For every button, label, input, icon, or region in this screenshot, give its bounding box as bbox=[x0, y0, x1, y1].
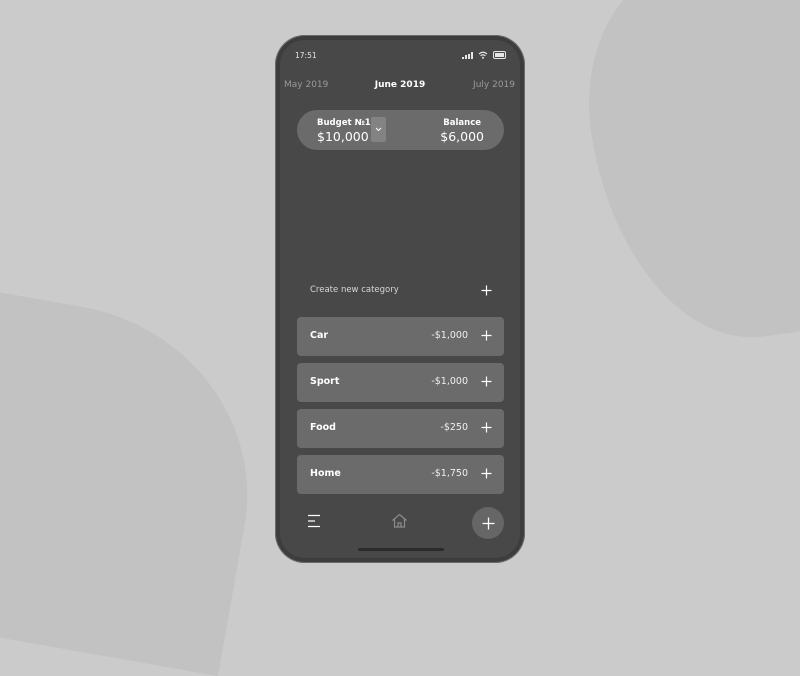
menu-icon[interactable] bbox=[307, 514, 321, 528]
wifi-icon bbox=[478, 51, 488, 59]
month-next[interactable]: July 2019 bbox=[473, 80, 515, 90]
plus-icon[interactable] bbox=[481, 285, 492, 296]
category-name: Home bbox=[310, 468, 341, 479]
category-name: Car bbox=[310, 330, 329, 341]
home-icon[interactable] bbox=[391, 513, 408, 528]
category-card-home[interactable]: Home -$1,750 bbox=[297, 455, 504, 494]
category-amount: -$1,000 bbox=[431, 330, 468, 341]
balance-amount: $6,000 bbox=[440, 129, 484, 144]
home-indicator bbox=[358, 548, 444, 551]
status-icons bbox=[462, 51, 506, 59]
category-amount: -$1,000 bbox=[431, 376, 468, 387]
category-card-sport[interactable]: Sport -$1,000 bbox=[297, 363, 504, 402]
chevron-down-icon bbox=[375, 127, 382, 132]
background-shape-left bbox=[0, 283, 278, 676]
plus-icon[interactable] bbox=[481, 376, 492, 387]
app-screen: 17:51 May 2019 June 2019 July 2019 Budge… bbox=[280, 40, 520, 558]
signal-icon bbox=[462, 51, 473, 59]
plus-icon[interactable] bbox=[481, 330, 492, 341]
category-card-car[interactable]: Car -$1,000 bbox=[297, 317, 504, 356]
category-amount: -$1,750 bbox=[431, 468, 468, 479]
plus-icon[interactable] bbox=[481, 422, 492, 433]
create-category-row[interactable]: Create new category bbox=[297, 282, 504, 302]
add-button[interactable] bbox=[472, 507, 504, 539]
plus-icon bbox=[482, 517, 494, 529]
category-amount: -$250 bbox=[440, 422, 468, 433]
plus-icon[interactable] bbox=[481, 468, 492, 479]
budget-dropdown-button[interactable] bbox=[371, 117, 386, 142]
category-name: Food bbox=[310, 422, 336, 433]
battery-icon bbox=[493, 51, 506, 59]
budget-amount: $10,000 bbox=[317, 129, 369, 144]
category-card-food[interactable]: Food -$250 bbox=[297, 409, 504, 448]
background-shape-right bbox=[569, 0, 800, 357]
create-category-label: Create new category bbox=[310, 285, 399, 295]
budget-name: Budget №1 bbox=[317, 118, 371, 128]
category-name: Sport bbox=[310, 376, 340, 387]
balance-label: Balance bbox=[443, 118, 481, 128]
budget-card: Budget №1 $10,000 Balance $6,000 bbox=[297, 110, 504, 150]
status-time: 17:51 bbox=[295, 51, 317, 60]
